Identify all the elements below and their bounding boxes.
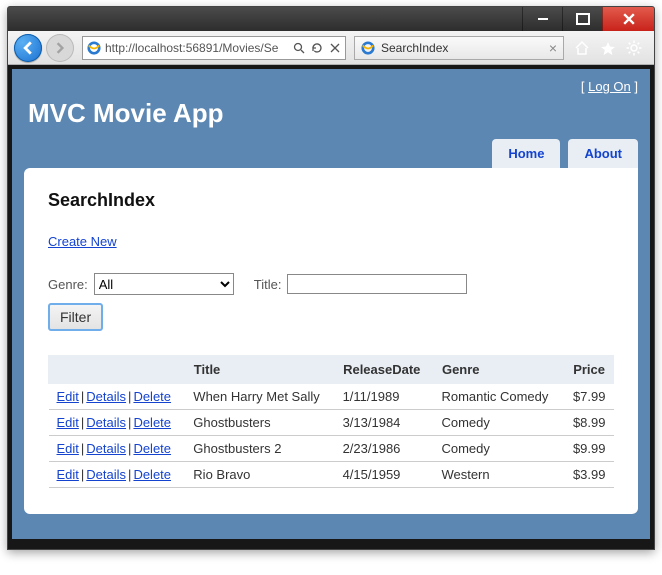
content-panel: SearchIndex Create New Genre: All Title:…: [24, 168, 638, 514]
page-body: [ Log On ] MVC Movie App Home About Sear…: [12, 69, 650, 539]
edit-link[interactable]: Edit: [57, 441, 79, 456]
cell-release: 4/15/1959: [335, 462, 434, 488]
delete-link[interactable]: Delete: [133, 441, 171, 456]
url-input[interactable]: [105, 41, 289, 55]
col-genre: Genre: [433, 356, 562, 384]
cell-release: 2/23/1986: [335, 436, 434, 462]
nav-back-button[interactable]: [14, 34, 42, 62]
edit-link[interactable]: Edit: [57, 415, 79, 430]
table-row: Edit|Details|DeleteWhen Harry Met Sally1…: [49, 384, 614, 410]
page-heading: SearchIndex: [48, 190, 614, 211]
search-form-row: Genre: All Title:: [48, 273, 614, 295]
address-bar[interactable]: [82, 36, 346, 60]
delete-link[interactable]: Delete: [133, 415, 171, 430]
favorites-icon[interactable]: [600, 40, 616, 56]
tab-close-button[interactable]: ×: [549, 41, 557, 55]
arrow-right-icon: [54, 42, 66, 54]
table-row: Edit|Details|DeleteGhostbusters3/13/1984…: [49, 410, 614, 436]
logon-link[interactable]: Log On: [588, 79, 631, 94]
genre-select[interactable]: All: [94, 273, 234, 295]
row-actions: Edit|Details|Delete: [49, 462, 186, 488]
delete-link[interactable]: Delete: [133, 467, 171, 482]
details-link[interactable]: Details: [86, 441, 126, 456]
create-new-link[interactable]: Create New: [48, 234, 117, 249]
ie-icon: [361, 41, 375, 55]
details-link[interactable]: Details: [86, 389, 126, 404]
cell-price: $7.99: [562, 384, 613, 410]
nav-about[interactable]: About: [568, 139, 638, 168]
window-maximize-button[interactable]: [562, 7, 602, 31]
movies-table: Title ReleaseDate Genre Price Edit|Detai…: [48, 355, 614, 488]
nav-home[interactable]: Home: [492, 139, 560, 168]
row-actions: Edit|Details|Delete: [49, 384, 186, 410]
table-row: Edit|Details|DeleteGhostbusters 22/23/19…: [49, 436, 614, 462]
cell-genre: Comedy: [433, 436, 562, 462]
browser-tab[interactable]: SearchIndex ×: [354, 36, 564, 60]
refresh-icon[interactable]: [311, 42, 323, 54]
viewport: [ Log On ] MVC Movie App Home About Sear…: [8, 65, 654, 549]
tools-icon[interactable]: [626, 40, 642, 56]
table-row: Edit|Details|DeleteRio Bravo4/15/1959Wes…: [49, 462, 614, 488]
home-icon[interactable]: [574, 40, 590, 56]
ie-icon: [87, 41, 101, 55]
window-minimize-button[interactable]: [522, 7, 562, 31]
cell-title: Ghostbusters 2: [185, 436, 334, 462]
tab-title: SearchIndex: [381, 41, 448, 55]
cell-title: Ghostbusters: [185, 410, 334, 436]
col-price: Price: [562, 356, 613, 384]
logon-area: [ Log On ]: [24, 79, 638, 94]
app-title: MVC Movie App: [28, 98, 638, 129]
browser-window: SearchIndex × [ Log On ] MVC Movie App H…: [7, 6, 655, 550]
cell-title: When Harry Met Sally: [185, 384, 334, 410]
cell-price: $8.99: [562, 410, 613, 436]
cell-genre: Comedy: [433, 410, 562, 436]
cell-title: Rio Bravo: [185, 462, 334, 488]
cell-release: 1/11/1989: [335, 384, 434, 410]
window-close-button[interactable]: [602, 7, 654, 31]
genre-label: Genre:: [48, 277, 88, 292]
window-titlebar: [8, 7, 654, 31]
close-icon: [623, 13, 635, 25]
details-link[interactable]: Details: [86, 415, 126, 430]
cell-release: 3/13/1984: [335, 410, 434, 436]
cell-price: $9.99: [562, 436, 613, 462]
col-actions: [49, 356, 186, 384]
col-title: Title: [185, 356, 334, 384]
search-icon[interactable]: [293, 42, 305, 54]
cell-genre: Western: [433, 462, 562, 488]
main-nav: Home About: [24, 139, 638, 168]
browser-toolbar: SearchIndex ×: [8, 31, 654, 65]
cell-genre: Romantic Comedy: [433, 384, 562, 410]
arrow-left-icon: [21, 41, 35, 55]
details-link[interactable]: Details: [86, 467, 126, 482]
nav-forward-button[interactable]: [46, 34, 74, 62]
filter-button[interactable]: Filter: [48, 303, 103, 331]
row-actions: Edit|Details|Delete: [49, 436, 186, 462]
browser-toolbar-right: [568, 40, 648, 56]
edit-link[interactable]: Edit: [57, 389, 79, 404]
delete-link[interactable]: Delete: [133, 389, 171, 404]
cell-price: $3.99: [562, 462, 613, 488]
address-bar-icons: [293, 42, 341, 54]
row-actions: Edit|Details|Delete: [49, 410, 186, 436]
stop-icon[interactable]: [329, 42, 341, 54]
title-input[interactable]: [287, 274, 467, 294]
edit-link[interactable]: Edit: [57, 467, 79, 482]
col-release: ReleaseDate: [335, 356, 434, 384]
title-label: Title:: [254, 277, 282, 292]
